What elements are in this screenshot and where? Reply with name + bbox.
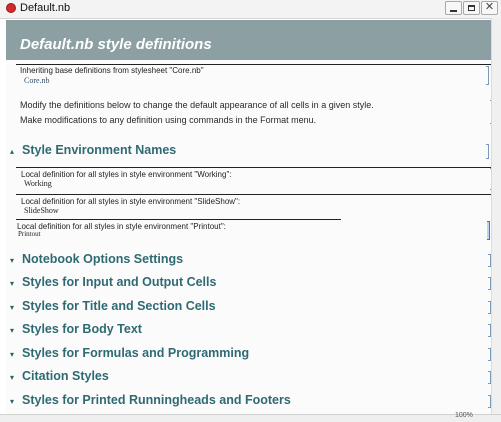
section-title: Styles for Body Text xyxy=(22,322,142,336)
chevron-down-icon[interactable]: ▾ xyxy=(10,303,14,312)
chevron-down-icon[interactable]: ▾ xyxy=(10,279,14,288)
vertical-scrollbar[interactable] xyxy=(491,18,501,418)
chevron-down-icon[interactable]: ▾ xyxy=(10,326,14,335)
chevron-down-icon[interactable]: ▾ xyxy=(10,373,14,382)
section-body-text[interactable]: ▾ Styles for Body Text xyxy=(6,321,491,341)
notebook-header: Default.nb style definitions xyxy=(6,20,491,60)
section-title: Styles for Input and Output Cells xyxy=(22,275,217,289)
window-title: Default.nb xyxy=(20,2,71,14)
divider xyxy=(16,194,491,195)
page-title: Default.nb style definitions xyxy=(20,36,212,53)
notebook-content: Inheriting base definitions from stylesh… xyxy=(6,60,493,414)
maximize-button[interactable] xyxy=(463,1,480,15)
close-icon: ✕ xyxy=(484,0,495,13)
divider xyxy=(16,219,341,220)
core-nb-link[interactable]: Core.nb xyxy=(24,76,50,85)
stylesheet-inherit-label: Inheriting base definitions from stylesh… xyxy=(20,66,204,75)
window-titlebar: Default.nb ✕ xyxy=(0,0,501,19)
section-title: Styles for Title and Section Cells xyxy=(22,299,216,313)
environment-slideshow-value: SlideShow xyxy=(24,206,59,215)
environment-slideshow-label: Local definition for all styles in style… xyxy=(21,197,241,206)
section-title: Citation Styles xyxy=(22,369,109,383)
mathematica-app-icon xyxy=(6,3,16,13)
instructions-line-2: Make modifications to any definition usi… xyxy=(20,115,317,125)
chevron-down-icon[interactable]: ▾ xyxy=(10,350,14,359)
section-title: Notebook Options Settings xyxy=(22,252,184,266)
section-input-output-cells[interactable]: ▾ Styles for Input and Output Cells xyxy=(6,274,491,294)
chevron-down-icon[interactable]: ▾ xyxy=(10,397,14,406)
divider xyxy=(16,167,491,168)
cell-bracket[interactable] xyxy=(486,66,489,85)
minimize-button[interactable] xyxy=(445,1,462,15)
section-title-section-cells[interactable]: ▾ Styles for Title and Section Cells xyxy=(6,298,491,318)
section-title: Style Environment Names xyxy=(22,143,177,157)
divider xyxy=(16,64,491,65)
minimize-icon xyxy=(450,10,457,12)
environment-printout-value: Printout xyxy=(18,230,41,238)
section-formulas-programming[interactable]: ▾ Styles for Formulas and Programming xyxy=(6,345,491,365)
section-citation-styles[interactable]: ▾ Citation Styles xyxy=(6,368,491,388)
cell-bracket-selected[interactable] xyxy=(487,221,490,240)
section-title: Styles for Formulas and Programming xyxy=(22,346,250,360)
section-runningheads-footers[interactable]: ▾ Styles for Printed Runningheads and Fo… xyxy=(6,392,491,412)
maximize-icon xyxy=(468,5,475,11)
close-button[interactable]: ✕ xyxy=(481,0,498,15)
instructions-line-1: Modify the definitions below to change t… xyxy=(20,100,374,110)
chevron-up-icon[interactable]: ▴ xyxy=(10,147,14,156)
chevron-down-icon[interactable]: ▾ xyxy=(10,256,14,265)
environment-working-value: Working xyxy=(24,179,52,188)
cell-bracket[interactable] xyxy=(486,144,489,159)
section-notebook-options-settings[interactable]: ▾ Notebook Options Settings xyxy=(6,251,491,271)
environment-printout-label: Local definition for all styles in style… xyxy=(17,222,226,231)
section-title: Styles for Printed Runningheads and Foot… xyxy=(22,393,291,407)
zoom-level[interactable]: 100% xyxy=(455,412,473,419)
environment-working-label: Local definition for all styles in style… xyxy=(21,170,232,179)
section-style-environment-names[interactable]: ▴ Style Environment Names xyxy=(6,142,491,162)
